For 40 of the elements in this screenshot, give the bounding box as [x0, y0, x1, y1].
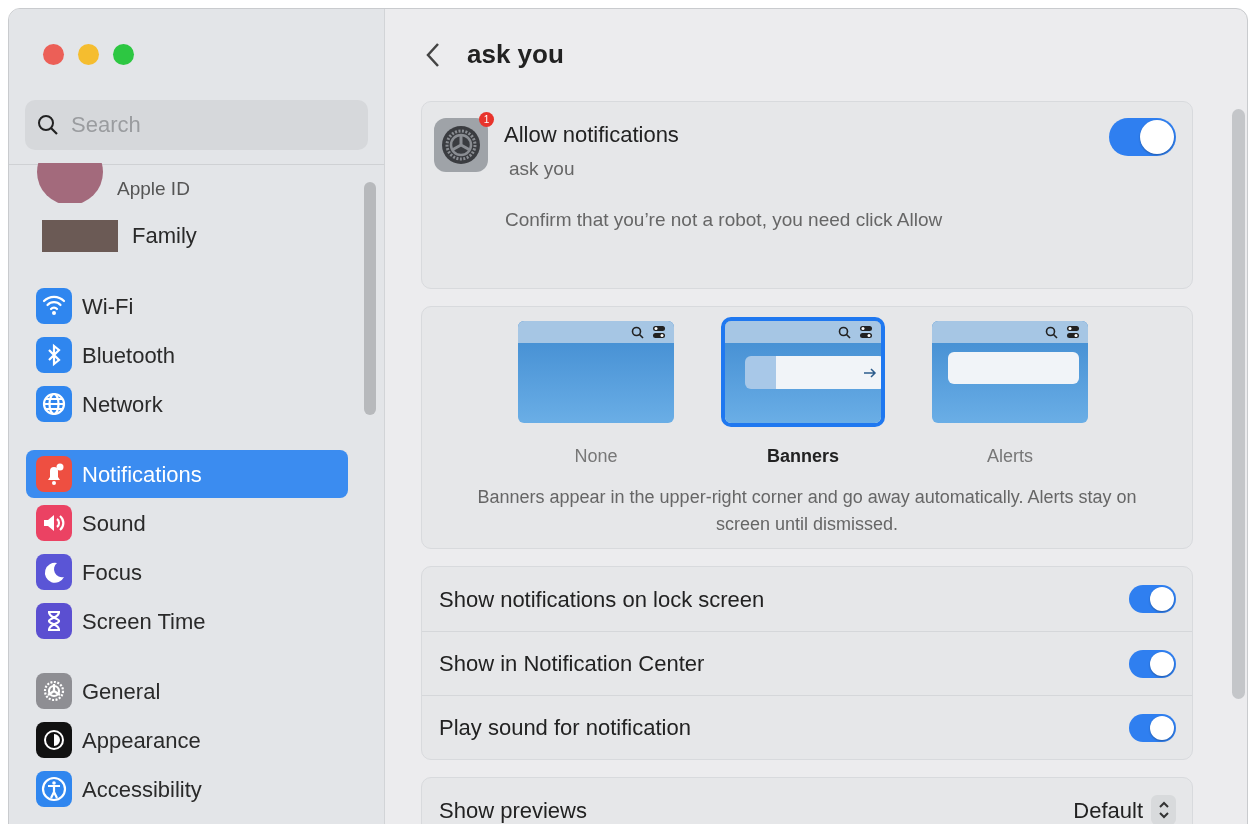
style-label: Banners: [767, 445, 839, 468]
toggle-switch[interactable]: [1109, 118, 1176, 156]
back-icon[interactable]: [425, 41, 441, 69]
close-button[interactable]: [43, 44, 64, 65]
setting-label: Show notifications on lock screen: [439, 585, 765, 614]
switches-icon: [859, 325, 873, 339]
popup-button[interactable]: Default: [1073, 793, 1176, 824]
sidebar-item[interactable]: Family: [132, 219, 197, 252]
sidebar-item[interactable]: Screen Time: [26, 597, 348, 645]
account-subtitle[interactable]: Apple ID: [117, 174, 190, 203]
sidebar-item[interactable]: Wi-Fi: [26, 282, 348, 330]
search-field[interactable]: Search: [25, 100, 368, 150]
chevron-icon: [1157, 799, 1170, 821]
style-label: None: [574, 445, 618, 468]
page-title: ask you: [467, 39, 564, 71]
search-icon: [838, 325, 851, 339]
sidebar-item[interactable]: Sound: [26, 499, 348, 547]
scrollbar-thumb[interactable]: [1232, 109, 1245, 699]
toggle-switch[interactable]: [1129, 585, 1176, 613]
search-icon: [37, 114, 59, 136]
sidebar-item[interactable]: General: [26, 667, 348, 715]
sidebar-item[interactable]: Accessibility: [26, 765, 348, 813]
toggle-switch[interactable]: [1129, 649, 1176, 678]
style-label: Alerts: [987, 445, 1033, 468]
app-name: ask you: [509, 157, 576, 181]
sidebar-item[interactable]: Appearance: [26, 716, 348, 764]
scrollbar-thumb[interactable]: [364, 182, 376, 415]
toggle-switch[interactable]: [1129, 713, 1176, 742]
note-text: Confirm that you’re not a robot, you need click Allow: [505, 207, 944, 232]
setting-label: Allow notifications: [504, 121, 680, 149]
setting-label: Show in Notification Center: [439, 650, 705, 678]
sidebar-item[interactable]: Bluetooth: [26, 331, 348, 379]
notification-badge: 1: [479, 112, 494, 127]
setting-label: Play sound for notification: [439, 714, 691, 742]
sidebar-item[interactable]: Focus: [26, 548, 348, 596]
sidebar-item[interactable]: Network: [26, 380, 348, 428]
setting-label: Show previews: [439, 796, 587, 824]
description-text: Banners appear in the upper-right corner and go away automatically. Alerts stay on screen until dismissed.: [476, 486, 1138, 536]
zoom-button[interactable]: [113, 44, 134, 65]
arrow-icon: [863, 366, 877, 379]
